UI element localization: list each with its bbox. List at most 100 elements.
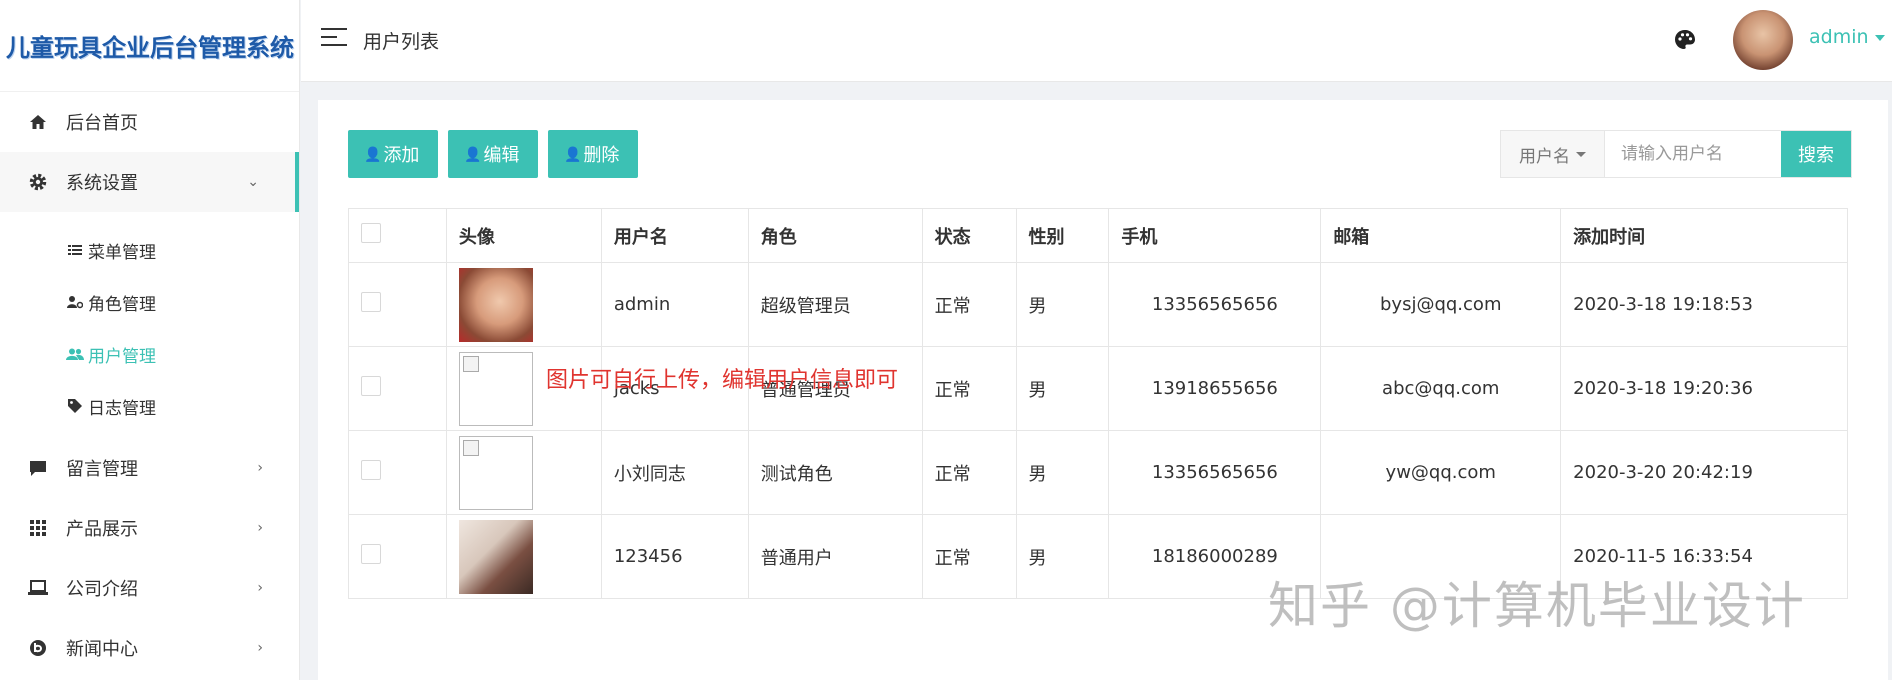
- chevron-right-icon: ›: [257, 520, 263, 536]
- row-checkbox[interactable]: [361, 376, 381, 396]
- avatar-cell: [445, 514, 602, 599]
- username-cell: 123456: [600, 514, 749, 599]
- row-checkbox[interactable]: [361, 460, 381, 480]
- user-avatar-image: [458, 519, 533, 594]
- column-header-status: 状态: [921, 208, 1017, 263]
- column-header-role: 角色: [747, 208, 923, 263]
- column-header-avatar: 头像: [445, 208, 602, 263]
- broken-image-icon: [458, 435, 533, 510]
- app-logo: 儿童玩具企业后台管理系统: [0, 0, 299, 92]
- time-cell: 2020-3-18 19:20:36: [1560, 346, 1848, 431]
- email-cell: bysj@qq.com: [1320, 262, 1562, 347]
- user-menu[interactable]: admin: [1809, 26, 1885, 48]
- row-select-cell: [348, 262, 447, 347]
- role-cell: 普通用户: [747, 514, 923, 599]
- sidebar-item-label: 新闻中心: [66, 639, 138, 660]
- top-header: 用户列表 admin: [301, 0, 1892, 82]
- user-add-icon: 👤: [364, 145, 382, 162]
- chevron-right-icon: ›: [257, 640, 263, 656]
- gear-icon: [28, 172, 48, 192]
- gender-cell: 男: [1015, 430, 1110, 515]
- laptop-icon: [28, 578, 48, 598]
- column-header-gender: 性别: [1015, 208, 1110, 263]
- time-cell: 2020-3-18 19:18:53: [1560, 262, 1848, 347]
- column-header-username: 用户名: [600, 208, 749, 263]
- edit-user-button[interactable]: 👤 编辑: [448, 130, 538, 178]
- palette-icon[interactable]: [1673, 28, 1697, 52]
- sidebar-item-label: 用户管理: [88, 346, 156, 367]
- column-header-email: 邮箱: [1320, 208, 1562, 263]
- select-all-checkbox[interactable]: [361, 223, 381, 243]
- phone-cell: 13356565656: [1108, 430, 1322, 515]
- chevron-down-icon: ⌄: [247, 174, 259, 190]
- status-cell: 正常: [921, 346, 1017, 431]
- comment-icon: [28, 458, 48, 478]
- username-cell: admin: [600, 262, 749, 347]
- role-cell: 测试角色: [747, 430, 923, 515]
- sidebar-item-news[interactable]: 新闻中心 ›: [0, 618, 299, 678]
- user-avatar-image: [458, 267, 533, 342]
- app-title: 儿童玩具企业后台管理系统: [6, 34, 294, 62]
- sidebar-item-label: 菜单管理: [88, 242, 156, 263]
- row-select-cell: [348, 346, 447, 431]
- caret-down-icon: [1874, 34, 1885, 41]
- column-header-time: 添加时间: [1560, 208, 1848, 263]
- gender-cell: 男: [1015, 262, 1110, 347]
- search-bar: 用户名 搜索: [1500, 130, 1852, 178]
- sidebar-item-log-management[interactable]: 日志管理: [0, 380, 299, 432]
- sidebar-item-messages[interactable]: 留言管理 ›: [0, 438, 299, 498]
- username-label: admin: [1809, 26, 1869, 48]
- user-role-icon: [66, 293, 84, 311]
- sidebar-item-user-management[interactable]: 用户管理: [0, 328, 299, 380]
- chevron-right-icon: ›: [257, 580, 263, 596]
- row-checkbox[interactable]: [361, 544, 381, 564]
- row-select-cell: [348, 514, 447, 599]
- status-cell: 正常: [921, 430, 1017, 515]
- table-row[interactable]: admin 超级管理员 正常 男 13356565656 bysj@qq.com…: [348, 262, 1848, 347]
- table-header-row: 头像 用户名 角色 状态 性别 手机 邮箱 添加时间: [348, 208, 1848, 263]
- system-settings-submenu: 菜单管理 角色管理 用户管理 日志管理: [0, 212, 299, 438]
- news-icon: [28, 638, 48, 658]
- user-edit-icon: 👤: [464, 145, 482, 162]
- sidebar-item-products[interactable]: 产品展示 ›: [0, 498, 299, 558]
- sidebar-item-label: 后台首页: [66, 113, 138, 134]
- sidebar-item-label: 角色管理: [88, 294, 156, 315]
- avatar-cell: [445, 262, 602, 347]
- sidebar-item-role-management[interactable]: 角色管理: [0, 276, 299, 328]
- time-cell: 2020-3-20 20:42:19: [1560, 430, 1848, 515]
- menu-toggle-icon[interactable]: [321, 28, 347, 50]
- sidebar-item-home[interactable]: 后台首页: [0, 92, 299, 152]
- user-avatar[interactable]: [1733, 10, 1793, 70]
- select-all-cell: [348, 208, 447, 263]
- row-select-cell: [348, 430, 447, 515]
- column-header-phone: 手机: [1108, 208, 1322, 263]
- search-button[interactable]: 搜索: [1781, 131, 1851, 177]
- caret-down-icon: [1576, 151, 1586, 157]
- phone-cell: 13918655656: [1108, 346, 1322, 431]
- sidebar-item-system-settings[interactable]: 系统设置 ⌄: [0, 152, 299, 212]
- gender-cell: 男: [1015, 346, 1110, 431]
- sidebar-item-label: 留言管理: [66, 459, 138, 480]
- sidebar-item-menu-management[interactable]: 菜单管理: [0, 224, 299, 276]
- phone-cell: 13356565656: [1108, 262, 1322, 347]
- add-user-button[interactable]: 👤 添加: [348, 130, 438, 178]
- email-cell: abc@qq.com: [1320, 346, 1562, 431]
- list-icon: [66, 241, 84, 259]
- status-cell: 正常: [921, 514, 1017, 599]
- sidebar-item-label: 日志管理: [88, 398, 156, 419]
- sidebar-item-label: 产品展示: [66, 519, 138, 540]
- search-input[interactable]: [1605, 131, 1781, 177]
- avatar-cell: [445, 430, 602, 515]
- chevron-right-icon: ›: [257, 460, 263, 476]
- row-checkbox[interactable]: [361, 292, 381, 312]
- home-icon: [28, 112, 48, 132]
- upload-hint-annotation: 图片可自行上传，编辑用户信息即可: [546, 368, 899, 393]
- watermark: 知乎 @计算机毕业设计: [1268, 577, 1806, 635]
- delete-user-button[interactable]: 👤 删除: [548, 130, 638, 178]
- search-field-select[interactable]: 用户名: [1501, 131, 1605, 177]
- username-cell: 小刘同志: [600, 430, 749, 515]
- email-cell: yw@qq.com: [1320, 430, 1562, 515]
- sidebar-item-company-intro[interactable]: 公司介绍 ›: [0, 558, 299, 618]
- user-remove-icon: 👤: [564, 145, 582, 162]
- table-row[interactable]: 小刘同志 测试角色 正常 男 13356565656 yw@qq.com 202…: [348, 430, 1848, 515]
